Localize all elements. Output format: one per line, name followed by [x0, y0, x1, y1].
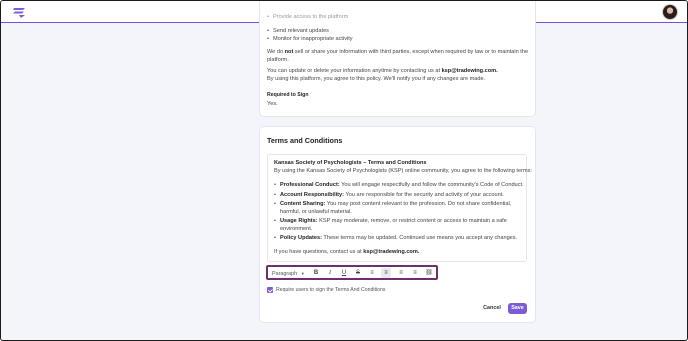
strikethrough-button[interactable]: S	[353, 268, 363, 278]
paragraph-style-dropdown[interactable]: Paragraph ▼	[272, 269, 305, 278]
save-button[interactable]: Save	[508, 303, 527, 314]
text-segment: You can update or delete your informatio…	[267, 68, 442, 74]
terms-item-text: You may post content relevant to the pro…	[325, 201, 512, 207]
terms-item-text: These terms may be updated. Continued us…	[321, 235, 518, 241]
terms-list-item: Content Sharing: You may post content re…	[274, 201, 512, 207]
section-title: Terms and Conditions	[267, 136, 343, 145]
terms-item-label: Account Responsibility:	[280, 192, 345, 198]
cancel-button[interactable]: Cancel	[481, 303, 503, 314]
chevron-down-icon: ▼	[300, 271, 305, 276]
bold-button[interactable]: B	[311, 268, 321, 278]
require-signature-label: Require users to sign the Terms And Cond…	[276, 287, 386, 293]
terms-item-text: You are responsible for the security and…	[344, 192, 504, 198]
require-signature-checkbox[interactable]	[267, 287, 273, 293]
terms-item-label: Usage Rights:	[280, 218, 318, 224]
formatting-toolbar: Paragraph ▼ B I U S ≡ ≡ ≡ ≡ ⛓	[266, 265, 438, 280]
brand-logo-icon[interactable]	[13, 6, 26, 18]
terms-list-item: Professional Conduct: You will engage re…	[274, 182, 524, 188]
align-right-button[interactable]: ≡	[410, 268, 420, 278]
terms-email-link[interactable]: ksp@tradewing.com.	[363, 249, 419, 255]
privacy-sharing-text-cont: platform.	[267, 57, 289, 63]
terms-doc-title: Kansas Society of Psychologists – Terms …	[274, 160, 427, 166]
text-segment: If you have questions, contact us at	[274, 249, 364, 255]
bullet-list-button[interactable]: ≡	[367, 268, 377, 278]
terms-item-text: You will engage respectfully and follow …	[339, 182, 524, 188]
terms-list-item: Usage Rights: KSP may moderate, remove, …	[274, 218, 507, 224]
privacy-sharing-text: We do not sell or share your information…	[267, 49, 528, 56]
terms-item-text-cont: harmful, or unlawful material.	[280, 209, 352, 215]
terms-item-text-cont: environment.	[280, 226, 313, 232]
terms-list-item: Policy Updates: These terms may be updat…	[274, 235, 518, 241]
user-avatar[interactable]	[662, 4, 678, 20]
app-window: Provide access to the platform Send rele…	[0, 0, 688, 341]
required-to-sign-value: Yes.	[267, 101, 278, 107]
privacy-update-text: You can update or delete your informatio…	[267, 68, 498, 75]
terms-item-label: Policy Updates:	[280, 235, 322, 241]
text-segment: We do	[267, 49, 285, 55]
underline-button[interactable]: U	[339, 268, 349, 278]
link-icon[interactable]: ⛓	[424, 268, 434, 278]
terms-contact-text: If you have questions, contact us at ksp…	[274, 249, 419, 256]
privacy-bullet: Send relevant updates	[267, 28, 329, 34]
privacy-bullet: Monitor for inappropriate activity	[267, 36, 353, 42]
align-center-button[interactable]: ≡	[396, 268, 406, 278]
required-to-sign-label: Required to Sign	[267, 92, 309, 98]
privacy-bullet-partial: Provide access to the platform	[267, 14, 348, 20]
text-segment: sell or share your information with thir…	[293, 49, 529, 55]
italic-button[interactable]: I	[325, 268, 335, 278]
terms-list-item: Account Responsibility: You are responsi…	[274, 192, 504, 198]
privacy-agree-text: By using this platform, you agree to thi…	[267, 76, 486, 82]
terms-item-text: KSP may moderate, remove, or restrict co…	[317, 218, 507, 224]
terms-item-label: Professional Conduct:	[280, 182, 340, 188]
terms-item-label: Content Sharing:	[280, 201, 326, 207]
privacy-email-link[interactable]: ksp@tradewing.com.	[442, 68, 498, 74]
terms-intro: By using the Kansas Society of Psycholog…	[274, 168, 532, 174]
paragraph-style-label: Paragraph	[272, 271, 298, 277]
align-left-button[interactable]: ≡	[381, 268, 391, 278]
